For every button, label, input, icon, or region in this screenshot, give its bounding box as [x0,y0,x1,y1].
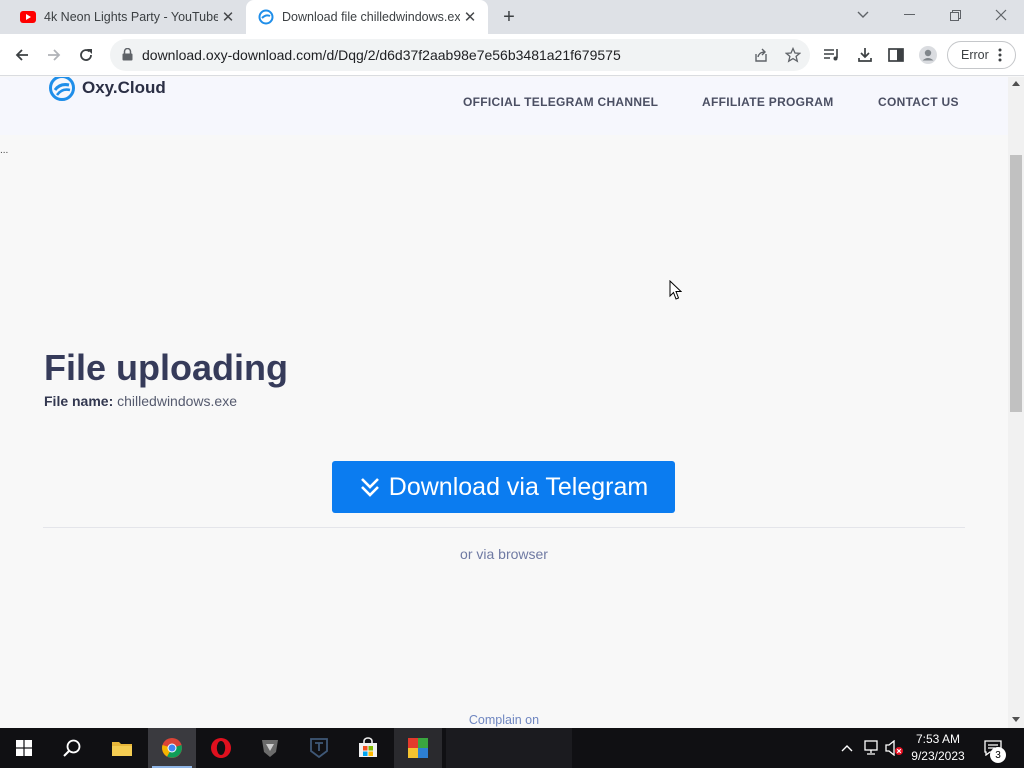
microsoft-store-icon[interactable] [344,728,392,768]
system-clock[interactable]: 7:53 AM 9/23/2023 [902,731,974,765]
reload-icon[interactable] [73,42,99,68]
lock-icon[interactable] [122,47,133,66]
download-via-browser-link[interactable]: or via browser [460,546,548,562]
page-viewport: Oxy.Cloud OFFICIAL TELEGRAM CHANNEL AFFI… [0,77,1008,728]
opera-icon[interactable] [197,728,245,768]
site-logo[interactable]: Oxy.Cloud [48,77,166,102]
site-header: Oxy.Cloud OFFICIAL TELEGRAM CHANNEL AFFI… [0,77,1008,135]
scrollbar-thumb[interactable] [1010,155,1022,412]
chrome-taskbar-icon[interactable] [148,728,196,768]
download-button-label: Download via Telegram [388,472,649,501]
media-playlist-icon[interactable] [819,42,845,68]
file-name-line: File name: chilledwindows.exe [44,393,237,409]
divider [43,527,965,528]
colorful-app-icon[interactable] [394,728,442,768]
file-name-value: chilledwindows.exe [117,393,237,409]
clock-date: 9/23/2023 [911,749,965,763]
tab-title: 4k Neon Lights Party - YouTube [44,10,218,24]
chevron-up-icon[interactable] [837,738,857,758]
notification-count-badge: 3 [990,747,1006,763]
windows-start-icon[interactable] [0,728,48,768]
address-bar[interactable]: download.oxy-download.com/d/Dqg/2/d6d37f… [110,39,810,71]
close-icon[interactable]: ✕ [460,7,480,27]
browser-download-row: or via browser [0,546,1008,562]
logo-text: Oxy.Cloud [82,78,166,97]
tab-search-icon[interactable] [840,0,886,30]
url-text: download.oxy-download.com/d/Dqg/2/d6d37f… [142,47,621,63]
menu-dots-icon[interactable] [991,46,1009,64]
network-icon[interactable] [861,738,881,758]
world-of-tanks-icon[interactable] [246,728,294,768]
back-icon[interactable] [9,42,35,68]
tab-title: Download file chilledwindows.exe [282,10,460,24]
page-scrollbar[interactable] [1008,77,1024,728]
new-tab-button[interactable]: + [496,5,522,29]
clock-time: 7:53 AM [915,732,961,746]
restore-icon[interactable] [932,0,978,30]
browser-toolbar: download.oxy-download.com/d/Dqg/2/d6d37f… [0,34,1024,76]
file-explorer-icon[interactable] [98,728,146,768]
mouse-cursor-icon [669,280,682,300]
tab-youtube[interactable]: 4k Neon Lights Party - YouTube ✕ [8,0,246,34]
complain-row: Complain on [0,713,1008,727]
forward-icon[interactable] [41,42,67,68]
volume-muted-icon[interactable] [884,738,904,758]
download-telegram-button[interactable]: Download via Telegram [332,461,675,513]
file-name-label: File name: [44,393,114,409]
windows-taskbar: 7:53 AM 9/23/2023 3 [0,728,1024,768]
scroll-up-icon[interactable] [1012,81,1020,86]
nav-affiliate-program[interactable]: AFFILIATE PROGRAM [702,95,834,109]
oxy-cloud-logo-icon [49,77,75,101]
taskbar-blank-area [446,728,572,768]
close-icon[interactable]: ✕ [218,7,238,27]
tab-strip: 4k Neon Lights Party - YouTube ✕ Downloa… [0,0,1024,34]
window-close-icon[interactable] [978,0,1024,30]
complain-link[interactable]: Complain on [469,713,539,727]
search-icon[interactable] [48,728,96,768]
page-title: File uploading [44,347,288,388]
ellipsis-marker: ... [0,145,9,156]
share-icon[interactable] [751,45,771,65]
oxy-cloud-icon [258,9,274,25]
minimize-icon[interactable] [886,0,932,30]
game-launcher-icon[interactable] [295,728,343,768]
profile-error-button[interactable]: Error [947,41,1016,69]
nav-telegram-channel[interactable]: OFFICIAL TELEGRAM CHANNEL [463,95,658,109]
bookmark-star-icon[interactable] [783,45,803,65]
nav-contact-us[interactable]: CONTACT US [878,95,959,109]
youtube-icon [20,9,36,25]
scroll-down-icon[interactable] [1012,717,1020,722]
error-label: Error [961,48,989,62]
profile-avatar-icon[interactable] [915,42,941,68]
side-panel-icon[interactable] [883,42,909,68]
double-chevron-down-icon [359,476,381,498]
tab-download[interactable]: Download file chilledwindows.exe ✕ [246,0,488,34]
download-icon[interactable] [852,42,878,68]
